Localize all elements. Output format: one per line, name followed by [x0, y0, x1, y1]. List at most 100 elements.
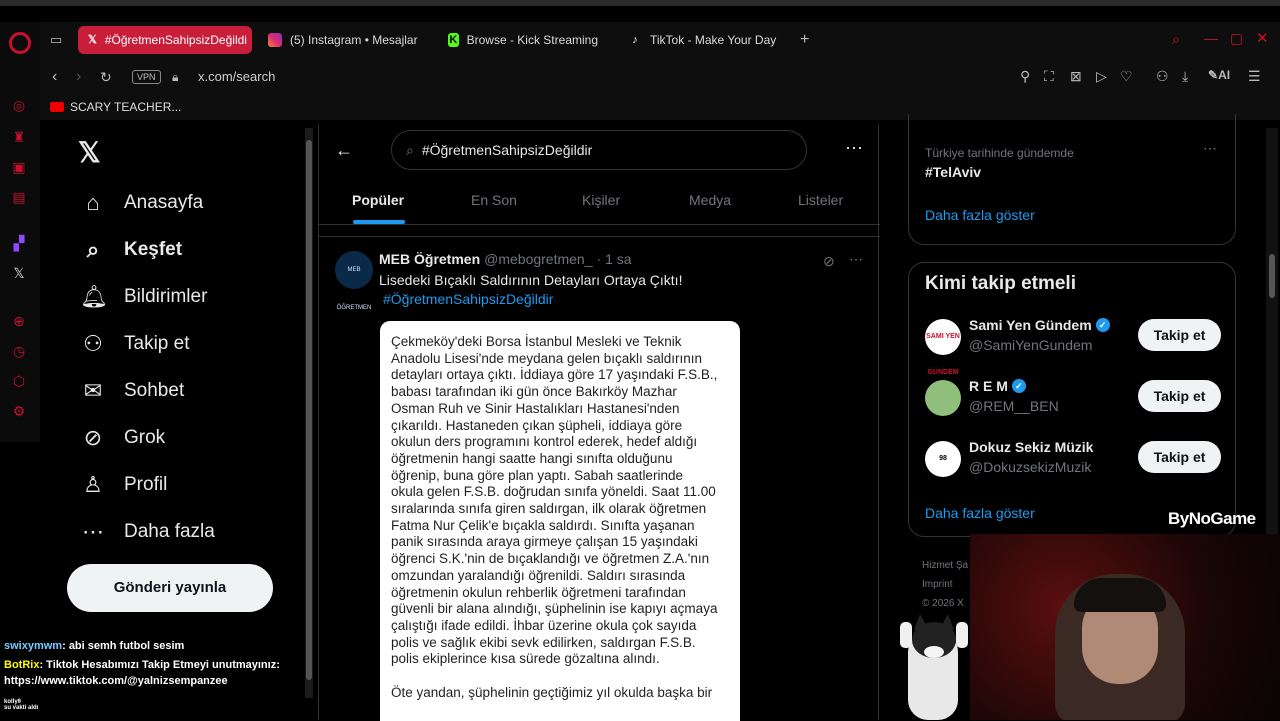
- snapshot-icon[interactable]: ⛶: [1044, 68, 1054, 85]
- document-line: Fatma Nur Çelik'e bıçakla saldırdı. Sını…: [391, 517, 695, 533]
- opera-logo-icon[interactable]: [9, 32, 31, 54]
- document-line: güvenli bir alana alındığı, şüphelinin i…: [391, 601, 718, 617]
- twitch-icon[interactable]: ▞: [10, 234, 28, 252]
- document-line: babası tarafından iki gün önce Bakırköy …: [391, 384, 677, 400]
- avatar[interactable]: SAMI YEN GÜNDEM: [925, 319, 961, 376]
- tweet-author-handle[interactable]: @mebogretmen_: [484, 251, 592, 267]
- avatar[interactable]: MEB ÖĞRETMEN: [335, 251, 373, 311]
- nav-home[interactable]: ⌂ Anasayfa: [80, 190, 203, 216]
- nav-notifications[interactable]: 🔔︎ Bildirimler: [80, 284, 207, 310]
- scrollbar[interactable]: [305, 128, 313, 698]
- search-input[interactable]: ⌕ #ÖğretmenSahipsizDeğildir: [391, 130, 807, 170]
- pin-icon[interactable]: ⚲: [1020, 68, 1030, 85]
- follow-button[interactable]: Takip et: [1138, 441, 1221, 473]
- trend-more-icon[interactable]: ⋯: [1203, 140, 1217, 157]
- tab-search-icon[interactable]: ⌕: [1172, 31, 1180, 48]
- tab-popular[interactable]: Popüler: [352, 192, 404, 208]
- follow-button[interactable]: Takip et: [1138, 319, 1221, 351]
- nav-explore[interactable]: ⌕ Keşfet: [80, 237, 182, 263]
- avatar[interactable]: 98: [925, 441, 961, 477]
- x-logo-icon[interactable]: 𝕏: [78, 136, 101, 169]
- shopping-icon[interactable]: ♜: [10, 128, 28, 146]
- adblock-icon[interactable]: ⊠: [1070, 68, 1082, 85]
- settings-icon[interactable]: ⚙: [10, 402, 28, 420]
- vpn-badge[interactable]: VPN: [132, 70, 161, 84]
- document-line: öğrenci S.K.'nin de bıçaklandığı ve öğre…: [391, 551, 710, 567]
- new-tab-button[interactable]: +: [800, 31, 809, 49]
- avatar[interactable]: [925, 380, 961, 416]
- tab-lists[interactable]: Listeler: [798, 192, 843, 208]
- trend-hashtag[interactable]: #TelAviv: [925, 164, 981, 180]
- suggestion-name[interactable]: Dokuz Sekiz Müzik: [969, 439, 1093, 455]
- suggestion-name[interactable]: R E M ✓: [969, 378, 1026, 394]
- follow-button[interactable]: Takip et: [1138, 380, 1221, 412]
- streamer-hair: [1074, 578, 1166, 612]
- history-icon[interactable]: ◷: [10, 342, 28, 360]
- tweet-author-name[interactable]: MEB Öğretmen: [379, 251, 480, 267]
- lock-icon[interactable]: 🔒︎: [172, 68, 178, 86]
- person-icon: ♙: [83, 472, 103, 497]
- document-line: çalıştığı ifade edildi. İhbar üzerine ok…: [391, 617, 697, 633]
- more-options-icon[interactable]: ⋯: [845, 138, 863, 159]
- tweet-text: Lisedeki Bıçaklı Saldırının Detayları Or…: [379, 272, 683, 288]
- heart-icon[interactable]: ♡: [1120, 68, 1133, 85]
- stream-chat-overlay: swixymwm: abi semh futbol sesim BotRix: …: [0, 638, 330, 720]
- url-field[interactable]: x.com/search: [198, 69, 275, 84]
- add-icon[interactable]: ⊕: [10, 312, 28, 330]
- extensions-icon[interactable]: ⬡: [10, 372, 28, 390]
- tweet-time[interactable]: · 1 sa: [597, 251, 632, 267]
- tweet-hashtag-link[interactable]: #ÖğretmenSahipsizDeğildir: [383, 291, 553, 307]
- trends-show-more-link[interactable]: Daha fazla göster: [925, 207, 1035, 223]
- menu-icon[interactable]: ☰: [1248, 68, 1261, 85]
- tweet[interactable]: MEB ÖĞRETMEN MEB Öğretmen @mebogretmen_ …: [319, 236, 880, 721]
- minimize-button[interactable]: —: [1204, 30, 1218, 46]
- suggestion-item[interactable]: R E M ✓ @REM__BEN Takip et: [925, 378, 1225, 418]
- nav-chat[interactable]: ✉ Sohbet: [80, 378, 184, 404]
- tweet-image-document[interactable]: Çekmeköy'deki Borsa İstanbul Mesleki ve …: [380, 321, 740, 721]
- reload-icon[interactable]: ↻: [100, 68, 112, 86]
- tab-instagram[interactable]: (5) Instagram • Mesajlar: [258, 26, 434, 54]
- document-line: omzundan yaralandığı öğrenildi. Saldırı …: [391, 567, 686, 583]
- tab-kick[interactable]: K Browse - Kick Streaming: [438, 26, 608, 54]
- grok-icon: ⊘: [83, 425, 103, 450]
- search-icon: ⌕: [406, 141, 414, 158]
- maximize-button[interactable]: ▢: [1230, 30, 1243, 47]
- nav-grok[interactable]: ⊘ Grok: [80, 425, 165, 451]
- document-line: öğrenip, buna göre plan yaptı. Sabah saa…: [391, 467, 683, 483]
- back-icon[interactable]: ‹: [52, 68, 57, 86]
- close-window-button[interactable]: ✕: [1256, 29, 1269, 47]
- suggestion-item[interactable]: 98 Dokuz Sekiz Müzik @DokuzsekizMuzik Ta…: [925, 439, 1225, 479]
- tab-latest[interactable]: En Son: [471, 192, 517, 208]
- post-button[interactable]: Gönderi yayınla: [67, 564, 273, 612]
- tab-x-search[interactable]: 𝕏 #ÖğretmenSahipsizDeğildi: [78, 26, 252, 54]
- footer-link[interactable]: Hizmet Şa: [922, 556, 968, 575]
- tab-tiktok[interactable]: ♪ TikTok - Make Your Day: [618, 26, 788, 54]
- forward-icon[interactable]: ›: [76, 68, 81, 86]
- download-icon[interactable]: ⤓: [1182, 68, 1188, 85]
- back-arrow-icon[interactable]: ←: [335, 140, 353, 161]
- bookmark-item[interactable]: SCARY TEACHER...: [50, 100, 181, 114]
- profile-icon[interactable]: ⚇: [1156, 68, 1169, 85]
- nav-profile[interactable]: ♙ Profil: [80, 472, 167, 498]
- tweet-more-icon[interactable]: ⋯: [849, 251, 863, 268]
- nav-more[interactable]: ⋯ Daha fazla: [80, 519, 215, 545]
- tab-people[interactable]: Kişiler: [582, 192, 620, 208]
- suggestion-item[interactable]: SAMI YEN GÜNDEM Sami Yen Gündem ✓ @SamiYe…: [925, 317, 1225, 376]
- scroll-thumb[interactable]: [306, 140, 312, 680]
- ai-button[interactable]: ✎AI: [1208, 68, 1230, 82]
- workspace-icon[interactable]: ▭: [50, 32, 62, 48]
- chat-icon[interactable]: ▣: [10, 158, 28, 176]
- nav-follow[interactable]: ⚇ Takip et: [80, 331, 189, 357]
- x-sidebar-icon[interactable]: 𝕏: [10, 264, 28, 282]
- tab-bar: ▭ 𝕏 #ÖğretmenSahipsizDeğildi (5) Instagr…: [40, 22, 1280, 58]
- player-icon[interactable]: ▷: [1096, 68, 1107, 85]
- who-to-follow-show-more-link[interactable]: Daha fazla göster: [925, 505, 1035, 521]
- footer-link[interactable]: Imprint: [922, 575, 968, 594]
- ai-icon[interactable]: ◎: [10, 96, 28, 114]
- media-icon[interactable]: ▤: [10, 188, 28, 206]
- suggestion-name[interactable]: Sami Yen Gündem ✓: [969, 317, 1110, 333]
- document-line: okulun ders programını kontrol ederek, h…: [391, 434, 698, 450]
- grok-explain-icon[interactable]: ⊘: [823, 253, 835, 270]
- scroll-thumb[interactable]: [1269, 254, 1275, 298]
- tab-media[interactable]: Medya: [689, 192, 731, 208]
